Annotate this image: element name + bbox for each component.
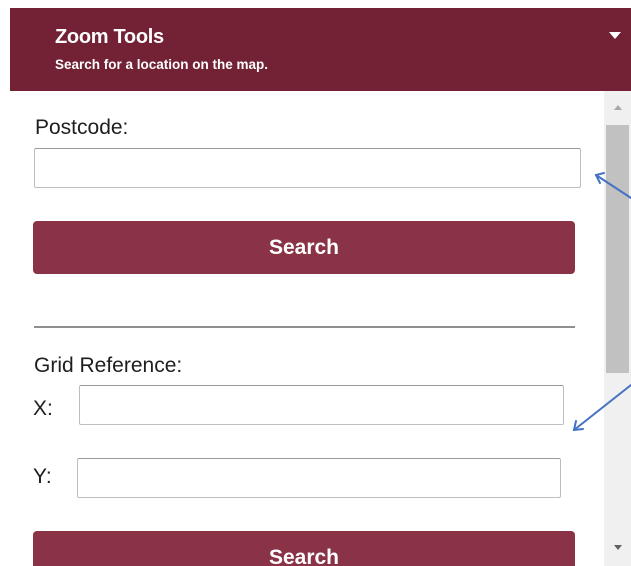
panel-header[interactable]: Zoom Tools Search for a location on the … <box>10 8 631 91</box>
y-coordinate-input[interactable] <box>77 458 561 498</box>
x-coordinate-label: X: <box>33 397 53 420</box>
annotation-arrowhead-grid <box>572 420 584 432</box>
grid-reference-label: Grid Reference: <box>34 354 183 377</box>
y-coordinate-label: Y: <box>33 465 52 488</box>
grid-reference-search-button[interactable]: Search <box>33 531 575 566</box>
postcode-label: Postcode: <box>35 116 129 139</box>
annotation-arrowhead-postcode <box>594 172 605 184</box>
vertical-scrollbar[interactable] <box>604 91 631 566</box>
scroll-down-arrow-icon[interactable] <box>614 545 622 550</box>
postcode-input[interactable] <box>34 148 581 188</box>
scroll-up-arrow-icon[interactable] <box>614 105 622 110</box>
zoom-tools-panel: Zoom Tools Search for a location on the … <box>0 0 631 566</box>
caret-down-icon[interactable] <box>609 32 621 39</box>
postcode-search-button[interactable]: Search <box>33 221 575 274</box>
panel-subtitle: Search for a location on the map. <box>55 57 269 72</box>
x-coordinate-input[interactable] <box>79 385 564 425</box>
scrollbar-thumb[interactable] <box>606 125 629 373</box>
panel-title: Zoom Tools <box>55 26 164 48</box>
divider <box>34 326 575 328</box>
